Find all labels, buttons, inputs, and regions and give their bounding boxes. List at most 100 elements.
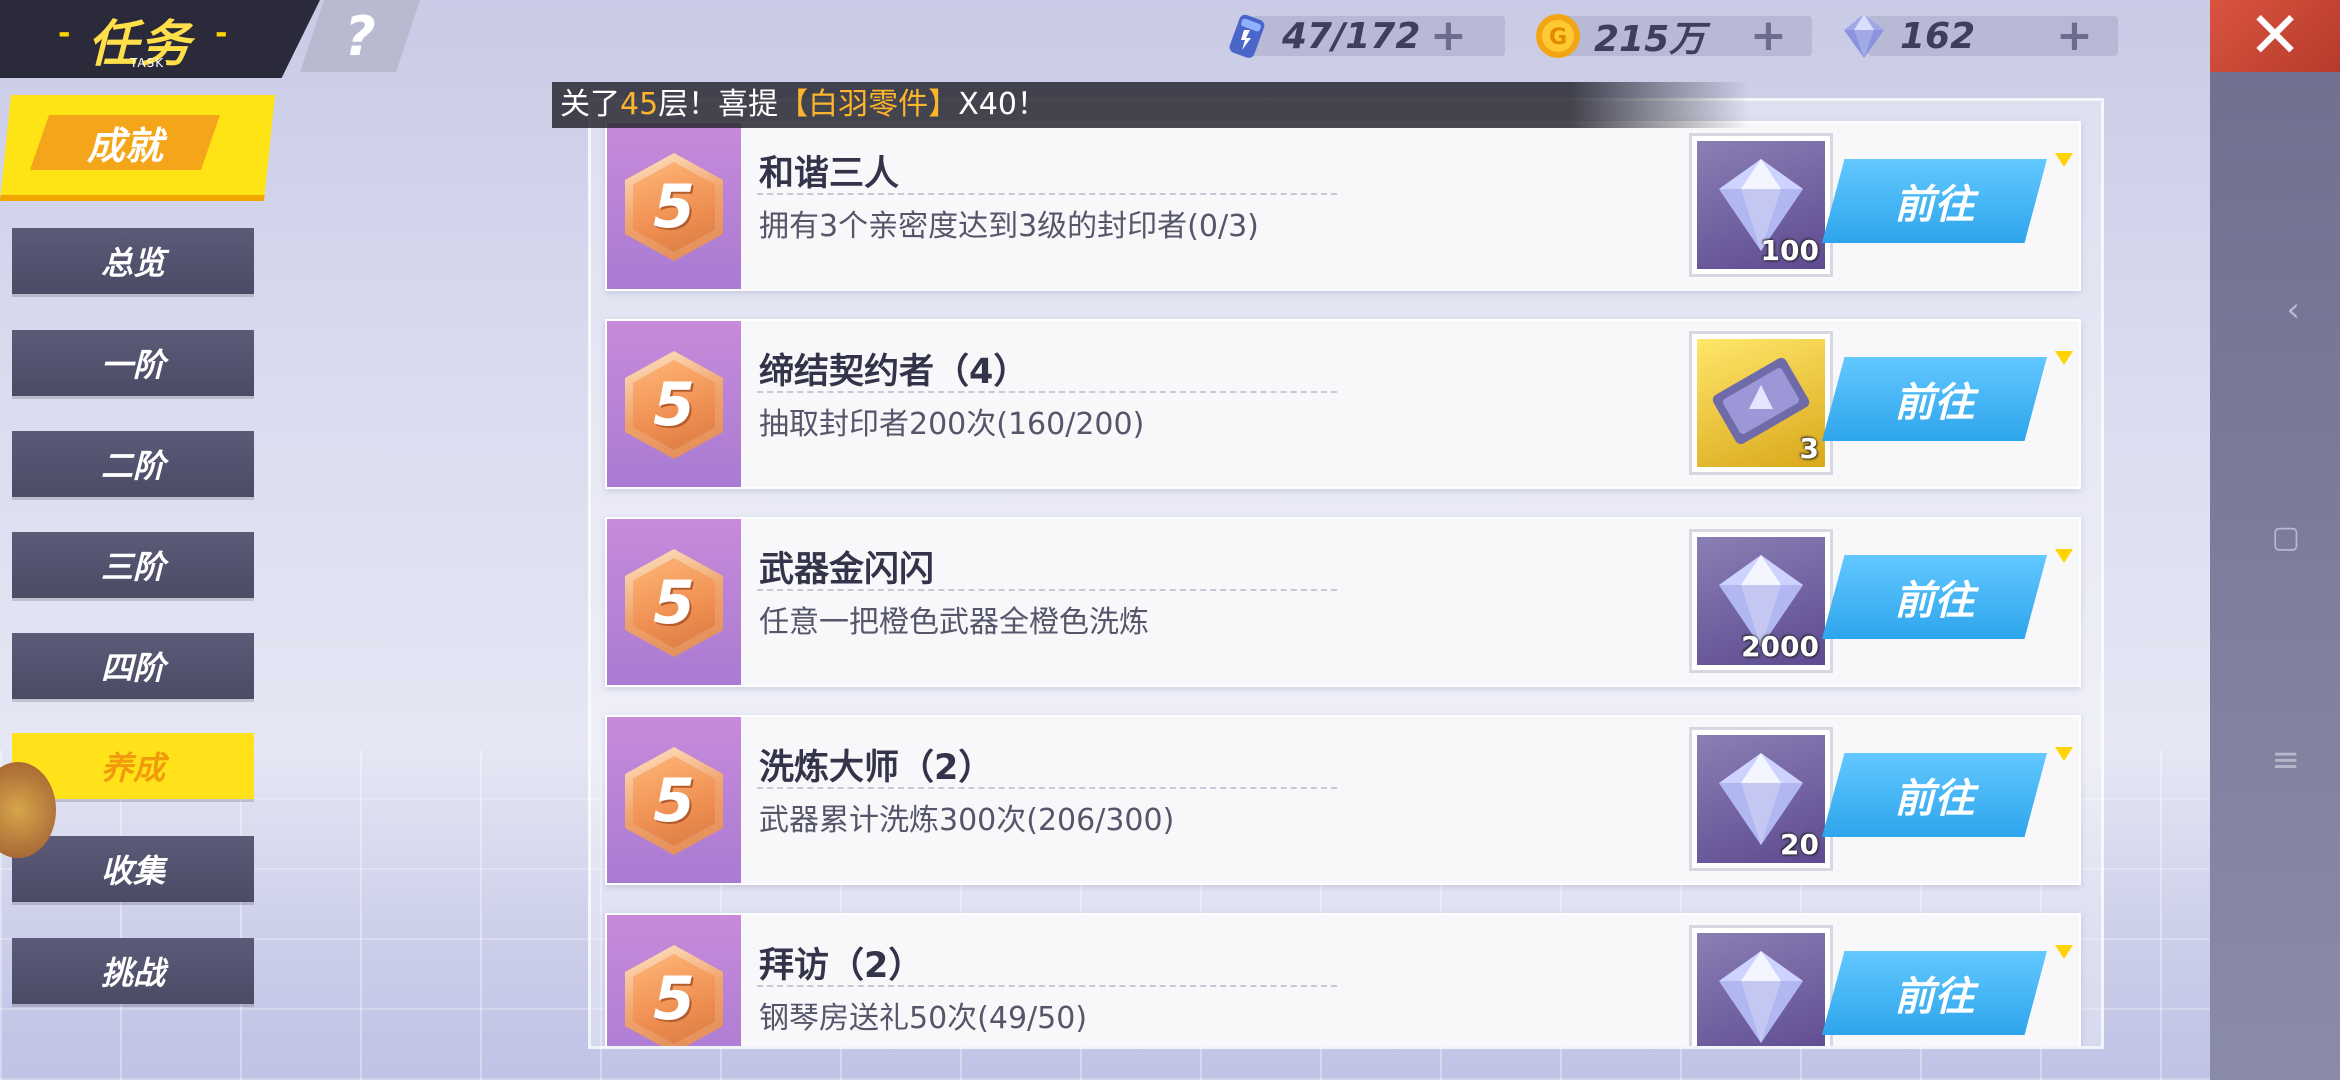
reward-slot[interactable]: 3: [1689, 331, 1833, 475]
marquee-item: 【白羽零件】: [778, 87, 959, 122]
marquee-number: 45: [620, 87, 659, 122]
task-title: 洗炼大师（2）: [759, 748, 994, 788]
gold-coin-icon: G: [1536, 14, 1580, 58]
task-title: 拜访（2）: [759, 946, 924, 986]
badge-number: 5: [633, 162, 715, 252]
add-diamond-button[interactable]: +: [2056, 14, 2093, 58]
reward-slot[interactable]: 100: [1689, 133, 1833, 277]
tab-achievement-label: 成就: [30, 115, 220, 170]
gold-value: 215万: [1594, 19, 1706, 60]
announcement-marquee: 关了45层！喜提【白羽零件】X40！: [552, 82, 1750, 128]
divider: [757, 787, 1337, 789]
go-button[interactable]: 前往: [1822, 159, 2047, 243]
task-row: 5 洗炼大师（2） 武器累计洗炼300次(206/300) 20 前往: [605, 715, 2081, 885]
task-list[interactable]: 5 和谐三人 拥有3个亲密度达到3级的封印者(0/3) 100 前往 5 缔结契…: [588, 98, 2104, 1049]
close-button[interactable]: ✕: [2210, 0, 2340, 73]
sidebar-item-tier-1[interactable]: 一阶: [12, 330, 254, 396]
sidebar-item-challenge[interactable]: 挑战: [12, 938, 254, 1004]
corner-marker-icon: [2055, 549, 2073, 563]
add-gold-button[interactable]: +: [1750, 14, 1787, 58]
reward-item: 20: [1697, 735, 1825, 863]
sidebar-item-tier-2[interactable]: 二阶: [12, 431, 254, 497]
menu-nav-icon[interactable]: ≡: [2272, 740, 2301, 780]
diamond-icon: [1719, 951, 1803, 1043]
task-row: 5 和谐三人 拥有3个亲密度达到3级的封印者(0/3) 100 前往: [605, 121, 2081, 291]
title-dash-right: -: [215, 16, 228, 51]
sidebar-item-overview[interactable]: 总览: [12, 228, 254, 294]
go-button[interactable]: 前往: [1822, 753, 2047, 837]
close-icon: ✕: [2248, 0, 2302, 73]
reward-item: 100: [1697, 141, 1825, 269]
task-row: 5 拜访（2） 钢琴房送礼50次(49/50) 前往: [605, 913, 2081, 1046]
add-stamina-button[interactable]: +: [1430, 14, 1467, 58]
reward-quantity: 20: [1780, 828, 1819, 861]
go-button[interactable]: 前往: [1822, 951, 2047, 1035]
corner-marker-icon: [2055, 945, 2073, 959]
reward-quantity: 3: [1799, 432, 1819, 465]
page-subtitle: TASK: [130, 56, 165, 70]
divider: [757, 589, 1337, 591]
task-level-badge: 5: [607, 519, 741, 685]
resource-stamina: 47/172 +: [1220, 14, 1505, 58]
reward-slot[interactable]: [1689, 925, 1833, 1046]
badge-number: 5: [633, 558, 715, 648]
reward-slot[interactable]: 2000: [1689, 529, 1833, 673]
title-plate: - 任务 - TASK: [0, 0, 320, 78]
corner-marker-icon: [2055, 351, 2073, 365]
hexagon-badge-icon: 5: [625, 945, 723, 1046]
task-title: 缔结契约者（4）: [759, 352, 1029, 392]
task-description: 拥有3个亲密度达到3级的封印者(0/3): [759, 209, 1259, 244]
hexagon-badge-icon: 5: [625, 549, 723, 657]
task-row: 5 武器金闪闪 任意一把橙色武器全橙色洗炼 2000 前往: [605, 517, 2081, 687]
go-button[interactable]: 前往: [1822, 357, 2047, 441]
go-button[interactable]: 前往: [1822, 555, 2047, 639]
corner-marker-icon: [2055, 153, 2073, 167]
task-level-badge: 5: [607, 123, 741, 289]
reward-slot[interactable]: 20: [1689, 727, 1833, 871]
reward-quantity: 2000: [1741, 630, 1819, 663]
badge-number: 5: [633, 360, 715, 450]
tab-achievement[interactable]: 成就: [0, 95, 275, 201]
corner-marker-icon: [2055, 747, 2073, 761]
back-nav-icon[interactable]: ‹: [2286, 290, 2300, 330]
badge-number: 5: [633, 756, 715, 846]
task-level-badge: 5: [607, 321, 741, 487]
top-bar: - 任务 - TASK ? 47/172 + G 215万 + 162 + ✕: [0, 0, 2340, 78]
task-description: 任意一把橙色武器全橙色洗炼: [759, 605, 1149, 640]
resource-gold: G 215万 +: [1532, 14, 1812, 60]
sidebar-item-tier-3[interactable]: 三阶: [12, 532, 254, 598]
hexagon-badge-icon: 5: [625, 351, 723, 459]
reward-item: [1697, 933, 1825, 1046]
task-row: 5 缔结契约者（4） 抽取封印者200次(160/200) 3 前往: [605, 319, 2081, 489]
divider: [757, 985, 1337, 987]
reward-item: 3: [1697, 339, 1825, 467]
task-level-badge: 5: [607, 915, 741, 1046]
marquee-middle: 层！喜提: [658, 87, 779, 122]
reward-item: 2000: [1697, 537, 1825, 665]
stamina-value: 47/172: [1282, 15, 1421, 57]
marquee-prefix: 关了: [560, 87, 620, 122]
marquee-suffix: X40！: [958, 87, 1047, 122]
svg-text:G: G: [1549, 25, 1567, 50]
task-description: 武器累计洗炼300次(206/300): [759, 803, 1175, 838]
sidebar-item-tier-4[interactable]: 四阶: [12, 633, 254, 699]
task-level-badge: 5: [607, 717, 741, 883]
divider: [757, 193, 1337, 195]
badge-number: 5: [633, 954, 715, 1044]
title-dash-left: -: [58, 16, 71, 51]
help-button[interactable]: ?: [300, 0, 420, 72]
hexagon-badge-icon: 5: [625, 153, 723, 261]
reward-quantity: 100: [1760, 234, 1819, 267]
task-description: 抽取封印者200次(160/200): [759, 407, 1145, 442]
task-title: 和谐三人: [759, 154, 900, 194]
energy-can-icon: [1229, 14, 1265, 58]
divider: [757, 391, 1337, 393]
task-title: 武器金闪闪: [759, 550, 935, 590]
system-nav-bar: ‹ ▢ ≡: [2210, 0, 2340, 1080]
sidebar-item-collect[interactable]: 收集: [12, 836, 254, 902]
diamond-icon: [1844, 14, 1884, 58]
home-nav-icon[interactable]: ▢: [2272, 520, 2300, 555]
diamond-value: 162: [1900, 15, 1976, 57]
hexagon-badge-icon: 5: [625, 747, 723, 855]
task-description: 钢琴房送礼50次(49/50): [759, 1001, 1088, 1036]
